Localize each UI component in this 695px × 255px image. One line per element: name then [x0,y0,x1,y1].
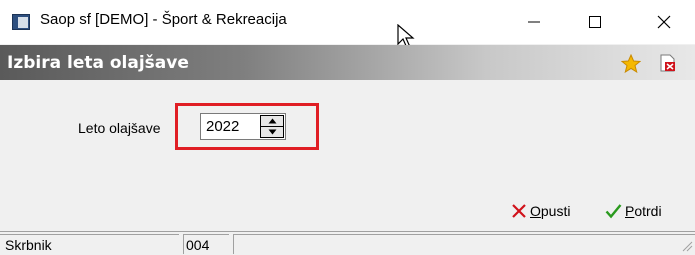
arrow-up-icon [268,118,276,124]
status-user: Skrbnik [0,234,179,254]
minimize-button[interactable] [511,0,557,44]
window-titlebar: Saop sf [DEMO] - Šport & Rekreacija [0,0,695,49]
status-extra [233,234,695,254]
maximize-icon [589,16,601,28]
cancel-button[interactable]: Opusti [511,200,570,222]
close-window-button[interactable] [641,0,687,44]
status-code: 004 [183,234,229,254]
year-label: Leto olajšave [78,120,161,136]
arrow-down-icon [268,129,276,135]
checkmark-icon [605,204,622,219]
confirm-button-label: Potrdi [625,203,662,219]
year-spinner[interactable]: 2022 [200,113,286,140]
year-spinner-value[interactable]: 2022 [206,118,239,135]
spin-down-button[interactable] [261,127,283,137]
close-icon [657,15,671,29]
spin-up-button[interactable] [261,116,283,127]
minimize-icon [528,21,540,23]
status-bar: Skrbnik 004 [0,231,695,254]
form-header-bar: Izbira leta olajšave [0,45,695,80]
maximize-button[interactable] [572,0,618,44]
spin-buttons [260,115,284,138]
cancel-icon [512,204,526,218]
confirm-button[interactable]: Potrdi [605,200,662,222]
resize-grip-icon[interactable] [681,240,693,252]
window-title: Saop sf [DEMO] - Šport & Rekreacija [40,11,287,28]
cancel-button-label: Opusti [530,203,571,219]
star-icon[interactable] [621,54,641,73]
form-header-title: Izbira leta olajšave [7,53,189,73]
close-document-icon[interactable] [660,54,676,72]
form-content: Leto olajšave 2022 Opusti Potrdi [0,80,695,230]
app-window-icon [12,14,30,30]
